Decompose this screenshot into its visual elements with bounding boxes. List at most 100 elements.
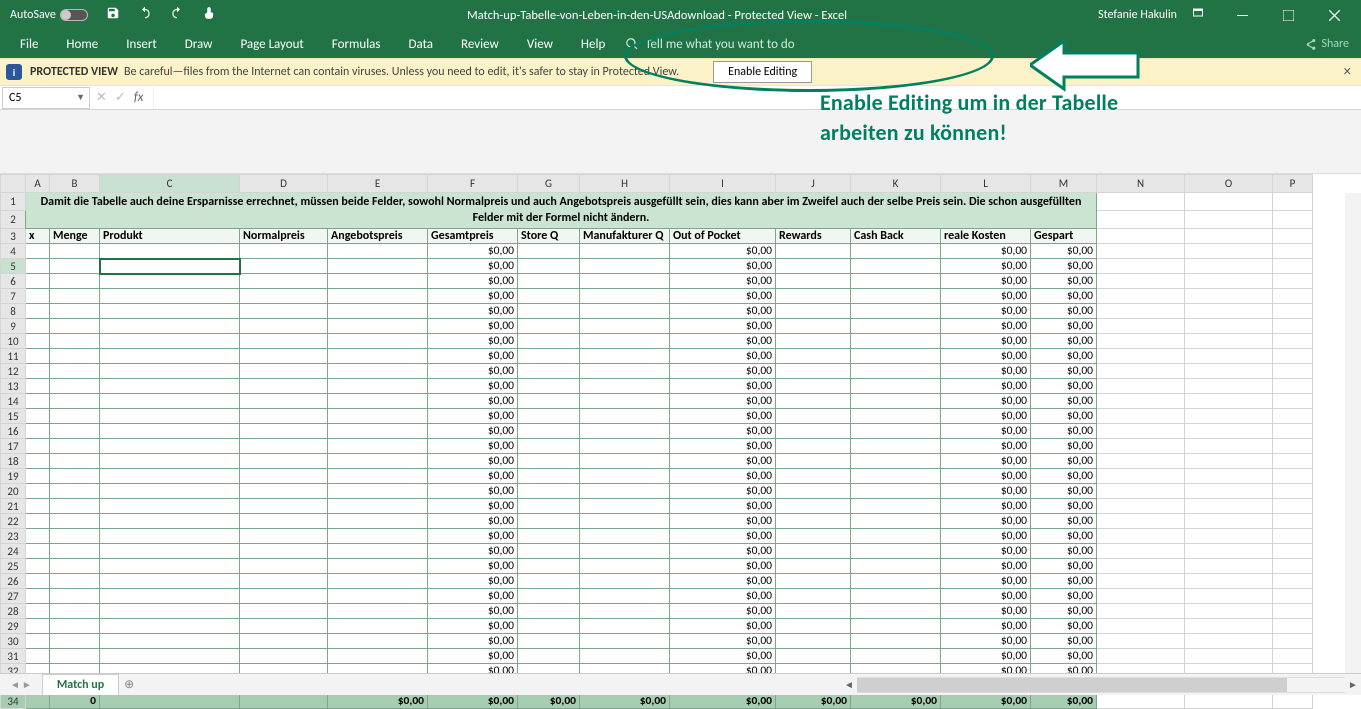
table-header-cell[interactable]: Gesamtpreis bbox=[428, 229, 518, 244]
cell[interactable] bbox=[518, 559, 580, 574]
column-header[interactable]: M bbox=[1031, 175, 1097, 193]
cell[interactable]: $0,00 bbox=[428, 244, 518, 259]
row-header[interactable]: 8 bbox=[1, 304, 26, 319]
cell[interactable]: $0,00 bbox=[941, 349, 1031, 364]
row-header[interactable]: 17 bbox=[1, 439, 26, 454]
cell[interactable]: $0,00 bbox=[670, 439, 776, 454]
cell[interactable]: $0,00 bbox=[941, 604, 1031, 619]
cell[interactable] bbox=[26, 274, 50, 289]
cell[interactable] bbox=[328, 409, 428, 424]
cell[interactable]: $0,00 bbox=[941, 379, 1031, 394]
cell[interactable]: $0,00 bbox=[941, 484, 1031, 499]
cell[interactable] bbox=[580, 259, 670, 274]
table-header-cell[interactable]: Normalpreis bbox=[240, 229, 328, 244]
cell[interactable] bbox=[1273, 559, 1313, 574]
cell[interactable] bbox=[50, 379, 100, 394]
cell[interactable] bbox=[1097, 544, 1185, 559]
cell[interactable] bbox=[50, 349, 100, 364]
cell[interactable]: $0,00 bbox=[670, 409, 776, 424]
cell[interactable] bbox=[1097, 379, 1185, 394]
cell[interactable] bbox=[1185, 604, 1273, 619]
row-header[interactable]: 23 bbox=[1, 529, 26, 544]
cell[interactable] bbox=[1273, 499, 1313, 514]
cell[interactable] bbox=[26, 604, 50, 619]
total-cell[interactable]: $0,00 bbox=[776, 694, 851, 709]
cell[interactable] bbox=[1097, 319, 1185, 334]
cell[interactable] bbox=[1185, 469, 1273, 484]
cell[interactable] bbox=[518, 304, 580, 319]
cell[interactable]: $0,00 bbox=[670, 334, 776, 349]
cell[interactable] bbox=[776, 364, 851, 379]
row-header[interactable]: 2 bbox=[1, 211, 26, 229]
cell[interactable] bbox=[776, 394, 851, 409]
cell[interactable]: $0,00 bbox=[1031, 274, 1097, 289]
formula-input[interactable] bbox=[153, 87, 1361, 109]
cell[interactable] bbox=[1185, 349, 1273, 364]
cell[interactable] bbox=[26, 439, 50, 454]
cell[interactable] bbox=[100, 319, 240, 334]
cell[interactable] bbox=[26, 364, 50, 379]
cell[interactable] bbox=[851, 604, 941, 619]
cell[interactable]: $0,00 bbox=[941, 424, 1031, 439]
cell[interactable]: $0,00 bbox=[428, 619, 518, 634]
cell[interactable]: $0,00 bbox=[1031, 499, 1097, 514]
cell[interactable]: $0,00 bbox=[428, 514, 518, 529]
cell[interactable] bbox=[100, 634, 240, 649]
row-header[interactable]: 20 bbox=[1, 484, 26, 499]
cell[interactable] bbox=[100, 529, 240, 544]
cell[interactable] bbox=[328, 319, 428, 334]
cell[interactable] bbox=[26, 514, 50, 529]
table-header-cell[interactable]: Rewards bbox=[776, 229, 851, 244]
cell[interactable] bbox=[240, 649, 328, 664]
cell[interactable] bbox=[26, 634, 50, 649]
cell[interactable] bbox=[100, 544, 240, 559]
cell[interactable] bbox=[50, 544, 100, 559]
cell[interactable] bbox=[518, 484, 580, 499]
cell[interactable] bbox=[518, 334, 580, 349]
cell[interactable] bbox=[328, 244, 428, 259]
cell[interactable] bbox=[1273, 469, 1313, 484]
cell[interactable] bbox=[1097, 694, 1185, 709]
cell[interactable] bbox=[26, 574, 50, 589]
cell[interactable] bbox=[50, 364, 100, 379]
cell[interactable] bbox=[50, 409, 100, 424]
cell[interactable] bbox=[240, 334, 328, 349]
cell[interactable] bbox=[1273, 289, 1313, 304]
cell[interactable] bbox=[518, 589, 580, 604]
cell[interactable]: $0,00 bbox=[670, 469, 776, 484]
row-header[interactable]: 13 bbox=[1, 379, 26, 394]
cell[interactable] bbox=[26, 529, 50, 544]
cell[interactable] bbox=[328, 589, 428, 604]
cell[interactable] bbox=[100, 364, 240, 379]
cell[interactable] bbox=[851, 289, 941, 304]
row-header[interactable]: 9 bbox=[1, 319, 26, 334]
cell[interactable] bbox=[240, 604, 328, 619]
cell[interactable] bbox=[776, 439, 851, 454]
cell[interactable] bbox=[518, 514, 580, 529]
cell[interactable] bbox=[1185, 319, 1273, 334]
cell[interactable] bbox=[776, 529, 851, 544]
cell[interactable] bbox=[240, 499, 328, 514]
cell[interactable] bbox=[328, 394, 428, 409]
cell[interactable] bbox=[1185, 514, 1273, 529]
cell[interactable] bbox=[776, 304, 851, 319]
cell[interactable] bbox=[1185, 409, 1273, 424]
cell[interactable] bbox=[1185, 193, 1273, 211]
cell[interactable] bbox=[50, 484, 100, 499]
row-header[interactable]: 18 bbox=[1, 454, 26, 469]
cell[interactable] bbox=[1097, 634, 1185, 649]
cell[interactable] bbox=[776, 409, 851, 424]
cell[interactable] bbox=[518, 364, 580, 379]
cell[interactable] bbox=[518, 349, 580, 364]
redo-icon[interactable] bbox=[170, 6, 184, 24]
share-button[interactable]: Share bbox=[1304, 37, 1349, 51]
cell[interactable] bbox=[518, 649, 580, 664]
cell[interactable] bbox=[580, 559, 670, 574]
cell[interactable] bbox=[328, 529, 428, 544]
cell[interactable] bbox=[50, 319, 100, 334]
cell[interactable] bbox=[240, 424, 328, 439]
row-header[interactable]: 15 bbox=[1, 409, 26, 424]
table-header-cell[interactable]: reale Kosten bbox=[941, 229, 1031, 244]
cell[interactable] bbox=[580, 649, 670, 664]
cell[interactable] bbox=[518, 634, 580, 649]
